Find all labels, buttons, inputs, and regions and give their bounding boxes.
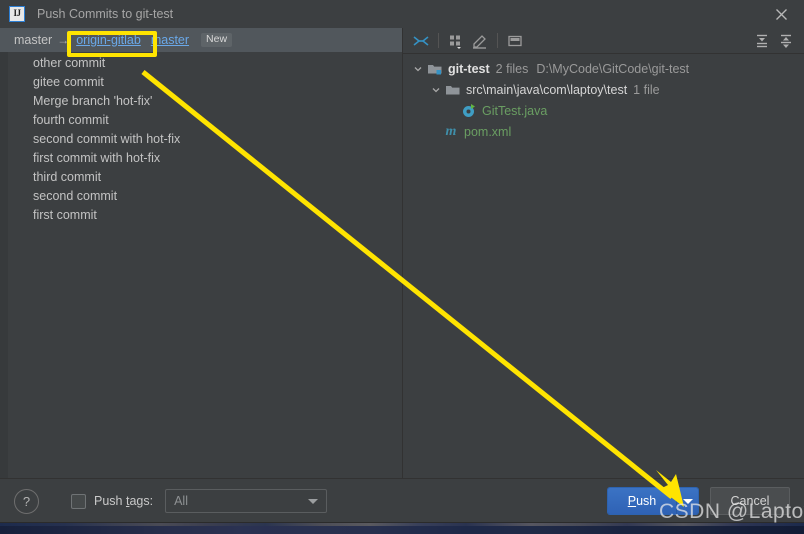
tree-row[interactable]: git-test 2 files D:\MyCode\GitCode\git-t… <box>403 58 804 79</box>
dialog-body: master → origin-gitlab master New other … <box>0 28 804 478</box>
toolbar-separator <box>497 33 498 48</box>
push-tags-select[interactable]: All <box>165 489 328 513</box>
preview-diff-icon[interactable] <box>503 30 527 51</box>
repo-file-count: 2 files <box>495 61 529 76</box>
java-file-label: GitTest.java <box>482 103 548 118</box>
folder-icon <box>445 82 461 98</box>
collapse-all-icon[interactable] <box>774 30 798 51</box>
chevron-down-icon[interactable] <box>429 83 442 96</box>
push-tags-group: Push tags: All <box>71 489 328 513</box>
edit-source-icon[interactable] <box>468 30 492 51</box>
push-mnemonic: P <box>627 494 637 508</box>
branch-arrow-icon: → <box>57 33 70 47</box>
file-tree-toolbar <box>403 28 804 54</box>
dialog-title: Push Commits to git-test <box>37 7 174 21</box>
commit-row[interactable]: second commit with hot-fix <box>0 130 402 149</box>
commit-row[interactable]: first commit <box>0 206 402 225</box>
repo-name-label: git-test <box>448 61 490 76</box>
commit-list: other commit gitee commit Merge branch '… <box>0 52 402 225</box>
help-button[interactable]: ? <box>14 488 39 514</box>
folder-path-label: src\main\java\com\laptoy\test <box>466 82 628 97</box>
push-tags-text-post: ags: <box>129 494 154 508</box>
local-branch-label: master <box>14 33 53 47</box>
java-class-icon <box>461 103 477 119</box>
changed-files-tree: git-test 2 files D:\MyCode\GitCode\git-t… <box>403 54 804 142</box>
repository-folder-icon <box>427 61 443 77</box>
close-icon[interactable] <box>766 4 796 24</box>
maven-glyph: m <box>445 123 457 139</box>
new-branch-badge: New <box>201 33 233 47</box>
changed-files-panel: git-test 2 files D:\MyCode\GitCode\git-t… <box>403 28 804 478</box>
commits-panel: master → origin-gitlab master New other … <box>0 28 403 478</box>
commit-row[interactable]: Merge branch 'hot-fix' <box>0 92 402 111</box>
commit-row[interactable]: third commit <box>0 168 402 187</box>
chevron-down-icon[interactable] <box>411 62 424 75</box>
repo-path-label: D:\MyCode\GitCode\git-test <box>536 61 690 76</box>
push-tags-checkbox[interactable] <box>71 493 86 509</box>
branch-selector-row: master → origin-gitlab master New <box>0 28 402 52</box>
remote-branch-link[interactable]: master <box>151 33 189 47</box>
maven-file-icon: m <box>443 124 459 140</box>
group-by-icon[interactable] <box>444 30 468 51</box>
commit-row[interactable]: first commit with hot-fix <box>0 149 402 168</box>
folder-file-count: 1 file <box>633 82 660 97</box>
commit-row[interactable]: other commit <box>0 54 402 73</box>
tree-row[interactable]: m pom.xml <box>403 121 804 142</box>
dialog-titlebar: IJ Push Commits to git-test <box>0 0 804 28</box>
push-commits-dialog: IJ Push Commits to git-test master → ori… <box>0 0 804 522</box>
commit-graph-gutter <box>0 52 8 478</box>
push-label-post: ush <box>636 494 657 508</box>
chevron-down-icon <box>308 499 319 504</box>
commit-row[interactable]: fourth commit <box>0 111 402 130</box>
expand-all-icon[interactable] <box>750 30 774 51</box>
pom-file-label: pom.xml <box>464 124 512 139</box>
remote-repository-link[interactable]: origin-gitlab <box>74 33 143 47</box>
push-tags-select-value: All <box>174 494 188 508</box>
toolbar-separator <box>438 33 439 48</box>
push-tags-text-pre: Push <box>94 494 126 508</box>
commit-row[interactable]: second commit <box>0 187 402 206</box>
collapse-expand-icon[interactable] <box>409 30 433 51</box>
push-tags-label: Push tags: <box>94 494 153 508</box>
tree-row[interactable]: src\main\java\com\laptoy\test 1 file <box>403 79 804 100</box>
watermark-text: CSDN @Laptoy <box>659 500 804 523</box>
commit-row[interactable]: gitee commit <box>0 73 402 92</box>
intellij-logo-icon: IJ <box>9 6 25 22</box>
tree-row[interactable]: GitTest.java <box>403 100 804 121</box>
